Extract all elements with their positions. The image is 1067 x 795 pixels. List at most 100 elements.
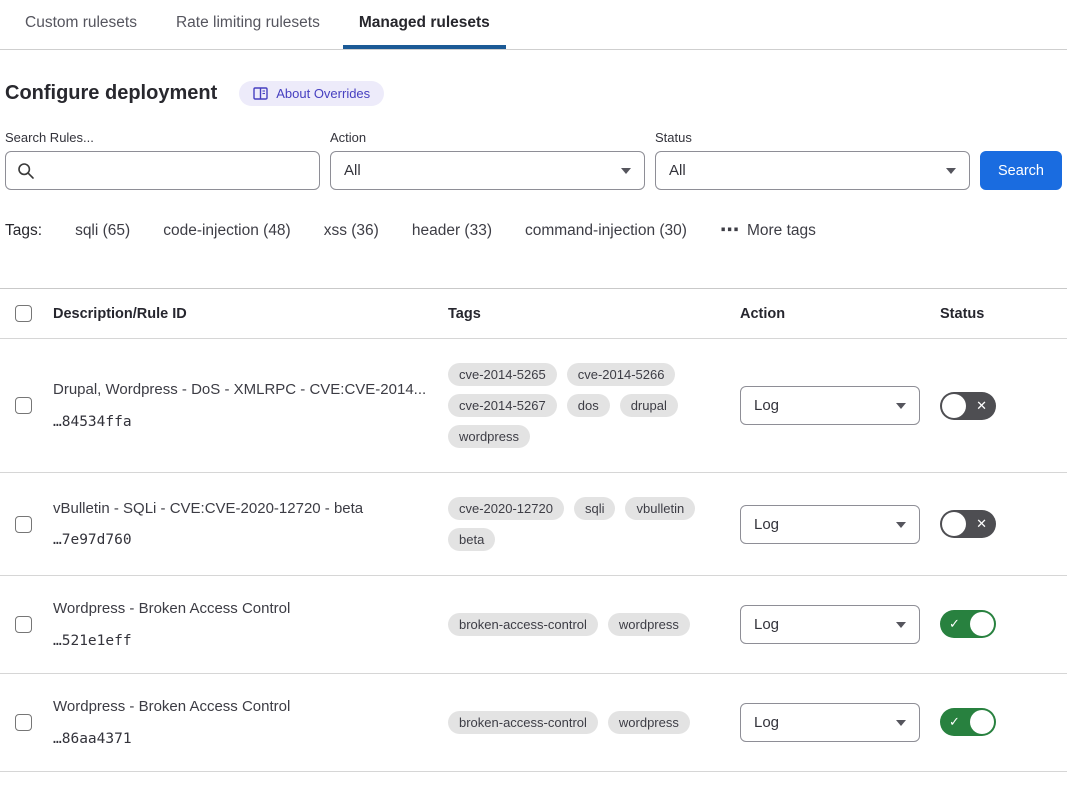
table-row: Wordpress - Broken Access Control …521e1… (0, 576, 1067, 674)
status-filter-value: All (669, 162, 686, 179)
action-filter-value: All (344, 162, 361, 179)
toggle-knob (942, 512, 966, 536)
tag-pill: drupal (620, 394, 678, 417)
tag-link-sqli[interactable]: sqli (65) (75, 222, 130, 240)
action-select[interactable]: Log (740, 505, 920, 544)
more-tags-button[interactable]: ⋯ More tags (720, 222, 816, 240)
action-filter-field: Action All (330, 130, 645, 190)
search-input-shell (5, 151, 320, 190)
tag-pill: dos (567, 394, 610, 417)
heading-row: Configure deployment About Overrides (5, 81, 1067, 106)
search-input[interactable] (6, 152, 319, 189)
chevron-down-icon (946, 168, 956, 174)
row-checkbox[interactable] (15, 714, 32, 731)
action-select[interactable]: Log (740, 386, 920, 425)
about-overrides-badge[interactable]: About Overrides (239, 81, 384, 106)
rule-tags: broken-access-control wordpress (448, 711, 740, 734)
chevron-down-icon (896, 720, 906, 726)
table-body: Drupal, Wordpress - DoS - XMLRPC - CVE:C… (0, 339, 1067, 772)
column-header-action: Action (740, 306, 940, 322)
action-select-value: Log (754, 616, 779, 633)
table-row: vBulletin - SQLi - CVE:CVE-2020-12720 - … (0, 473, 1067, 576)
search-icon (17, 162, 35, 185)
tag-pill: beta (448, 528, 495, 551)
rule-id: …84534ffa (53, 414, 434, 430)
column-header-description: Description/Rule ID (53, 306, 448, 322)
toggle-state-icon: ✓ (949, 616, 960, 632)
tag-pill: wordpress (608, 711, 690, 734)
tag-pill: cve-2020-12720 (448, 497, 564, 520)
ellipsis-icon: ⋯ (720, 226, 739, 236)
action-select[interactable]: Log (740, 605, 920, 644)
tag-pill: broken-access-control (448, 613, 598, 636)
action-select-value: Log (754, 516, 779, 533)
rule-cell: Wordpress - Broken Access Control …86aa4… (53, 698, 448, 747)
rule-description: vBulletin - SQLi - CVE:CVE-2020-12720 - … (53, 500, 434, 519)
tag-pill: cve-2014-5266 (567, 363, 676, 386)
row-checkbox[interactable] (15, 516, 32, 533)
rules-table: Description/Rule ID Tags Action Status D… (0, 288, 1067, 772)
rule-description: Wordpress - Broken Access Control (53, 600, 434, 619)
status-filter-label: Status (655, 130, 970, 145)
search-button[interactable]: Search (980, 151, 1062, 190)
rule-description: Wordpress - Broken Access Control (53, 698, 434, 717)
rule-id: …86aa4371 (53, 731, 434, 747)
status-toggle[interactable]: ✓ (940, 708, 996, 736)
tag-pill: cve-2014-5265 (448, 363, 557, 386)
table-row: Wordpress - Broken Access Control …86aa4… (0, 674, 1067, 772)
column-header-status: Status (940, 306, 1067, 322)
tags-bar-label: Tags: (5, 222, 42, 240)
rule-id: …521e1eff (53, 633, 434, 649)
status-toggle[interactable]: ✕ (940, 510, 996, 538)
search-field: Search Rules... (5, 130, 320, 190)
tab-bar: Custom rulesets Rate limiting rulesets M… (0, 0, 1067, 50)
tag-link-command-injection[interactable]: command-injection (30) (525, 222, 687, 240)
chevron-down-icon (621, 168, 631, 174)
filter-row: Search Rules... Action All Status All Se… (5, 130, 1062, 190)
tag-pill: broken-access-control (448, 711, 598, 734)
toggle-state-icon: ✕ (976, 398, 987, 414)
page-title: Configure deployment (5, 82, 217, 105)
rule-tags: cve-2014-5265 cve-2014-5266 cve-2014-5267 d… (448, 363, 740, 448)
search-rules-label: Search Rules... (5, 130, 320, 145)
toggle-knob (970, 612, 994, 636)
action-select[interactable]: Log (740, 703, 920, 742)
status-filter-field: Status All (655, 130, 970, 190)
rule-cell: Drupal, Wordpress - DoS - XMLRPC - CVE:C… (53, 381, 448, 430)
action-filter-label: Action (330, 130, 645, 145)
rule-cell: Wordpress - Broken Access Control …521e1… (53, 600, 448, 649)
tag-pill: wordpress (608, 613, 690, 636)
chevron-down-icon (896, 622, 906, 628)
tag-pill: sqli (574, 497, 616, 520)
status-toggle[interactable]: ✓ (940, 610, 996, 638)
rule-tags: broken-access-control wordpress (448, 613, 740, 636)
status-toggle[interactable]: ✕ (940, 392, 996, 420)
tag-pill: cve-2014-5267 (448, 394, 557, 417)
toggle-state-icon: ✓ (949, 714, 960, 730)
action-filter-select[interactable]: All (330, 151, 645, 190)
tags-bar: Tags: sqli (65) code-injection (48) xss … (5, 222, 1067, 240)
toggle-knob (942, 394, 966, 418)
action-select-value: Log (754, 714, 779, 731)
toggle-state-icon: ✕ (976, 516, 987, 532)
status-filter-select[interactable]: All (655, 151, 970, 190)
row-checkbox[interactable] (15, 616, 32, 633)
table-row: Drupal, Wordpress - DoS - XMLRPC - CVE:C… (0, 339, 1067, 473)
tag-link-xss[interactable]: xss (36) (324, 222, 379, 240)
tag-pill: wordpress (448, 425, 530, 448)
rule-cell: vBulletin - SQLi - CVE:CVE-2020-12720 - … (53, 500, 448, 549)
tab-managed-rulesets[interactable]: Managed rulesets (343, 14, 506, 49)
tag-link-header[interactable]: header (33) (412, 222, 492, 240)
table-header-row: Description/Rule ID Tags Action Status (0, 289, 1067, 339)
action-select-value: Log (754, 397, 779, 414)
row-checkbox[interactable] (15, 397, 32, 414)
about-overrides-label: About Overrides (276, 86, 370, 101)
tab-rate-limiting-rulesets[interactable]: Rate limiting rulesets (160, 14, 336, 49)
tag-link-code-injection[interactable]: code-injection (48) (163, 222, 291, 240)
select-all-checkbox[interactable] (15, 305, 32, 322)
tab-custom-rulesets[interactable]: Custom rulesets (9, 14, 153, 49)
rule-id: …7e97d760 (53, 532, 434, 548)
chevron-down-icon (896, 522, 906, 528)
chevron-down-icon (896, 403, 906, 409)
column-header-tags: Tags (448, 306, 740, 322)
